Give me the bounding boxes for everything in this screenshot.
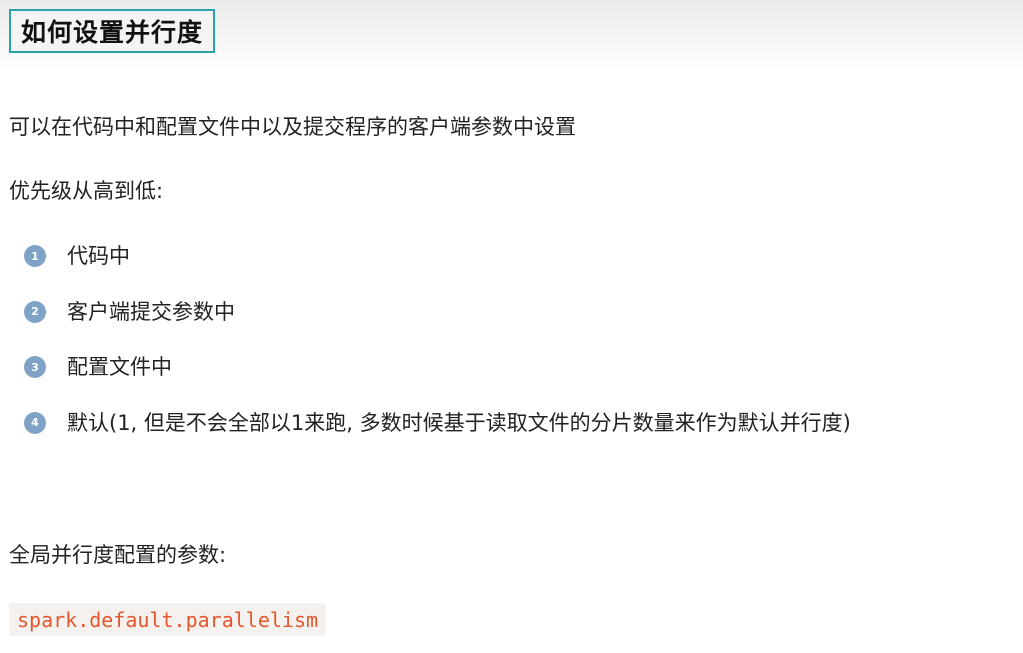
priority-label: 优先级从高到低: [9,179,164,203]
number-badge: 4 [24,411,46,434]
config-param-code: spark.default.parallelism [9,603,327,636]
list-item-text: 客户端提交参数中 [67,299,235,324]
number-badge: 3 [24,356,46,378]
number-badge: 1 [24,245,46,267]
list-item: 3 配置文件中 [24,353,851,381]
number-badge: 2 [24,300,46,323]
priority-list: 1 代码中 2 客户端提交参数中 3 配置文件中 4 默认(1, 但是不会全部以… [24,242,851,464]
section-heading-text: 如何设置并行度 [21,18,204,47]
global-config-label: 全局并行度配置的参数: [9,543,227,567]
list-item-text: 配置文件中 [67,355,172,379]
list-item-text: 默认(1, 但是不会全部以1来跑, 多数时候基于读取文件的分片数量来作为默认并行… [67,410,851,435]
list-item: 2 客户端提交参数中 [24,298,851,326]
list-item: 1 代码中 [24,242,851,270]
section-heading: 如何设置并行度 [9,9,216,53]
intro-paragraph: 可以在代码中和配置文件中以及提交程序的客户端参数中设置 [9,115,576,139]
list-item-text: 代码中 [67,244,130,268]
list-item: 4 默认(1, 但是不会全部以1来跑, 多数时候基于读取文件的分片数量来作为默认… [24,409,851,437]
config-param-text: spark.default.parallelism [17,607,319,632]
